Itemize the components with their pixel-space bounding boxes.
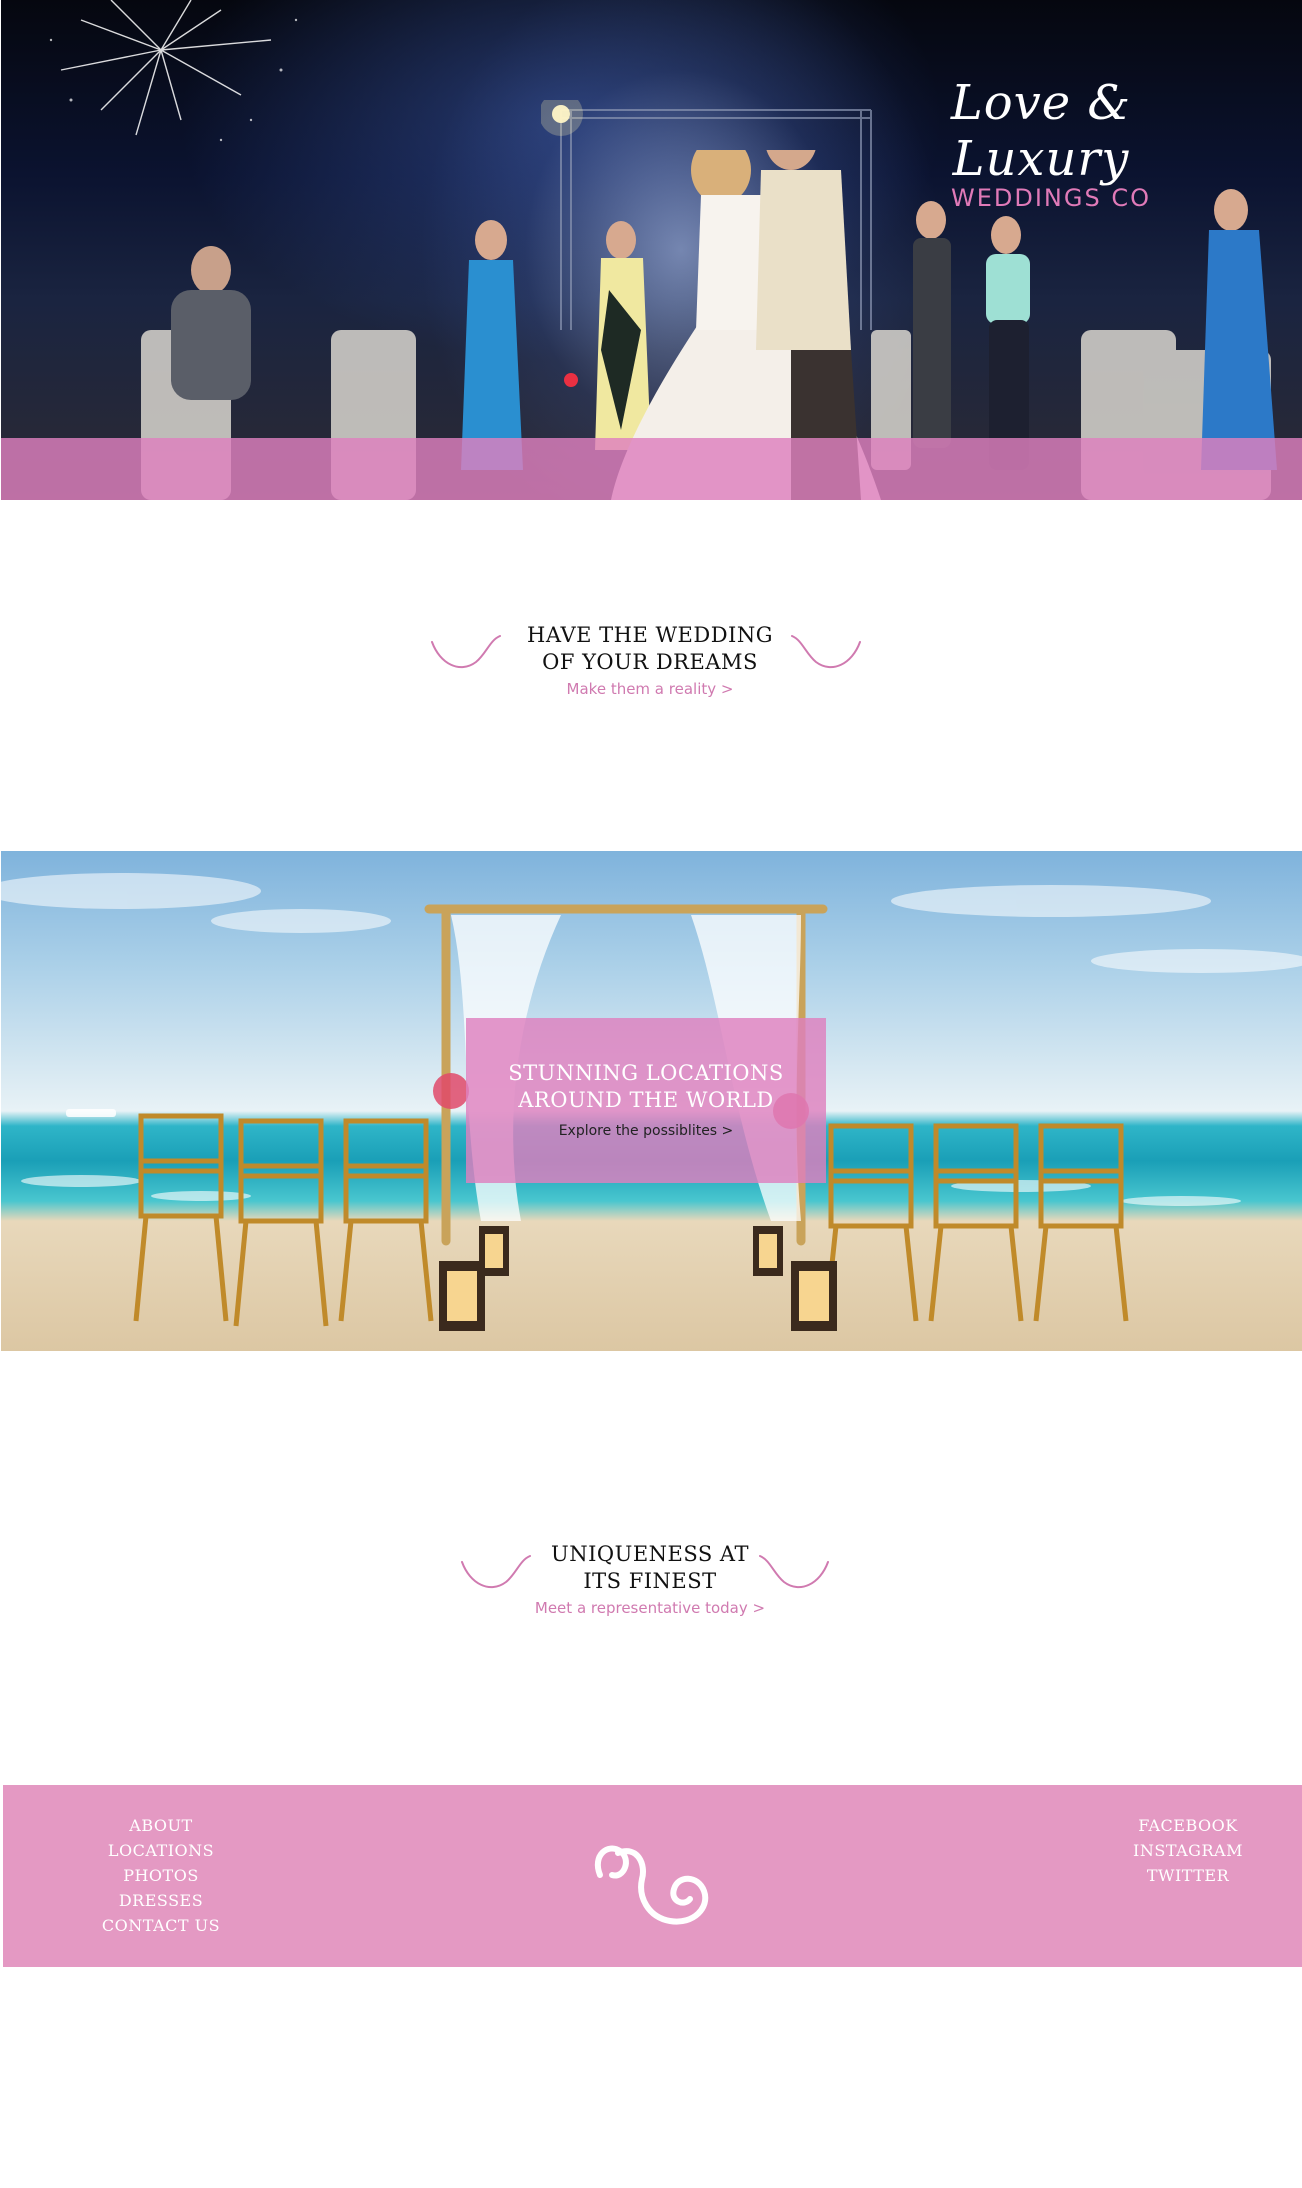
- hero-banner: Love & Luxury WEDDINGS CO: [1, 0, 1302, 500]
- firework-image: [49, 0, 298, 142]
- locations-overlay: STUNNING LOCATIONS AROUND THE WORLD Expl…: [466, 1018, 826, 1183]
- footer-link-instagram[interactable]: INSTAGRAM: [1073, 1838, 1302, 1863]
- locations-link[interactable]: Explore the possiblites >: [466, 1120, 826, 1142]
- footer: ABOUT LOCATIONS PHOTOS DRESSES CONTACT U…: [3, 1785, 1302, 1967]
- footer-link-dresses[interactable]: DRESSES: [61, 1888, 261, 1913]
- footer-nav: ABOUT LOCATIONS PHOTOS DRESSES CONTACT U…: [61, 1813, 261, 1938]
- dreams-title-line1: HAVE THE WEDDING: [527, 623, 773, 647]
- brand-logo[interactable]: Love & Luxury WEDDINGS CO: [861, 75, 1221, 213]
- locations-title-line2: AROUND THE WORLD: [518, 1088, 774, 1112]
- footer-link-facebook[interactable]: FACEBOOK: [1073, 1813, 1302, 1838]
- locations-title-line1: STUNNING LOCATIONS: [508, 1061, 784, 1085]
- swirl-right-icon: [791, 635, 861, 669]
- brand-script: Love & Luxury: [950, 75, 1132, 187]
- footer-link-twitter[interactable]: TWITTER: [1073, 1863, 1302, 1888]
- dreams-callout: HAVE THE WEDDING OF YOUR DREAMS Make the…: [500, 622, 800, 700]
- swirl-left-icon: [431, 635, 501, 669]
- hero-pink-band: [1, 438, 1302, 500]
- footer-link-photos[interactable]: PHOTOS: [61, 1863, 261, 1888]
- uniqueness-title-line2: ITS FINEST: [583, 1569, 717, 1593]
- footer-link-about[interactable]: ABOUT: [61, 1813, 261, 1838]
- uniqueness-title-line1: UNIQUENESS AT: [551, 1542, 749, 1566]
- dreams-title-line2: OF YOUR DREAMS: [542, 650, 758, 674]
- dreams-link[interactable]: Make them a reality >: [500, 678, 800, 700]
- uniqueness-link[interactable]: Meet a representative today >: [520, 1597, 780, 1619]
- footer-social: FACEBOOK INSTAGRAM TWITTER: [1073, 1813, 1302, 1888]
- swirl-logo-icon[interactable]: [588, 1835, 728, 1935]
- swirl-right-icon: [759, 1555, 829, 1589]
- brand-subtitle: WEDDINGS CO: [951, 184, 1151, 212]
- footer-link-locations[interactable]: LOCATIONS: [61, 1838, 261, 1863]
- uniqueness-callout: UNIQUENESS AT ITS FINEST Meet a represen…: [520, 1541, 780, 1619]
- footer-link-contact[interactable]: CONTACT US: [61, 1913, 261, 1938]
